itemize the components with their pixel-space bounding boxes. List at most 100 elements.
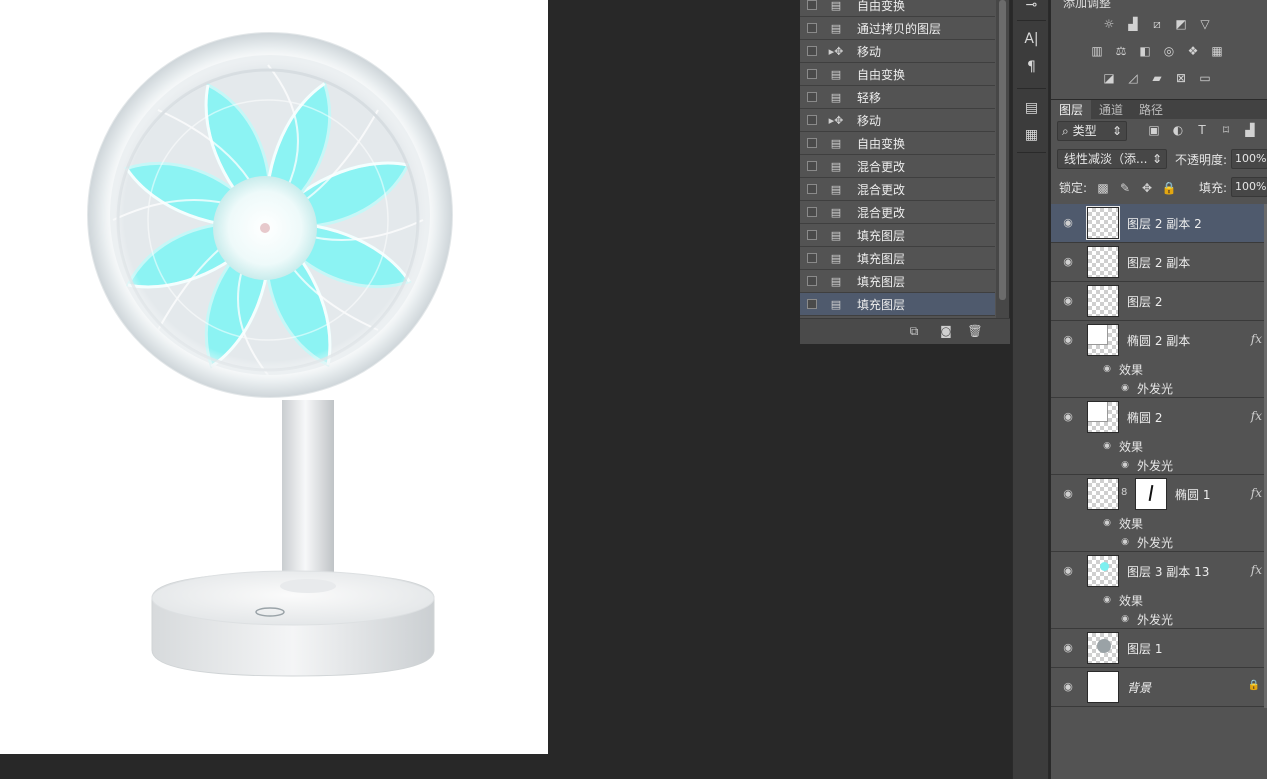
layer-main[interactable]: ◉ 背景 🔒 <box>1051 668 1267 706</box>
history-source-checkbox[interactable] <box>807 184 817 194</box>
color-balance-icon[interactable]: ⚖ <box>1113 44 1129 58</box>
layer-effects-icon[interactable]: fx <box>1251 332 1262 346</box>
layer-effects-icon[interactable]: fx <box>1251 486 1262 500</box>
snapshot-camera-icon[interactable]: ◙ <box>938 324 954 338</box>
filter-type-icon[interactable]: T <box>1195 123 1209 137</box>
history-source-checkbox[interactable] <box>807 92 817 102</box>
layer-name[interactable]: 图层 2 <box>1127 293 1162 310</box>
layer-thumbnail[interactable] <box>1087 324 1119 356</box>
visibility-eye-icon[interactable]: ◉ <box>1061 410 1075 424</box>
layer-effects-icon[interactable]: fx <box>1251 563 1262 577</box>
color-lookup-icon[interactable]: ▦ <box>1209 44 1225 58</box>
history-source-checkbox[interactable] <box>807 207 817 217</box>
filter-shape-icon[interactable]: ⌑ <box>1219 123 1233 137</box>
effect-visibility-eye-icon[interactable]: ◉ <box>1119 536 1131 548</box>
lock-all-icon[interactable]: 🔒 <box>1161 181 1177 195</box>
history-item[interactable]: ▤ 填充图层 <box>800 224 995 247</box>
blend-mode-select[interactable]: 线性减淡（添... ⇕ <box>1057 149 1167 169</box>
tab-channels[interactable]: 通道 <box>1091 100 1131 120</box>
history-item[interactable]: ▤ 自由变换 <box>800 132 995 155</box>
link-chain-icon[interactable]: 8 <box>1121 487 1127 498</box>
brightness-icon[interactable]: ☼ <box>1101 17 1117 31</box>
visibility-eye-icon[interactable]: ◉ <box>1061 294 1075 308</box>
lock-image-pixels-icon[interactable]: ✎ <box>1117 181 1133 195</box>
outer-glow-row[interactable]: ◉ 外发光 <box>1051 456 1267 475</box>
layer-thumbnail[interactable] <box>1087 671 1119 703</box>
layer-thumbnail[interactable] <box>1087 246 1119 278</box>
trash-icon[interactable]: 🗑 <box>967 324 983 338</box>
curves-icon[interactable]: ⧄ <box>1149 17 1165 31</box>
outer-glow-row[interactable]: ◉ 外发光 <box>1051 610 1267 629</box>
visibility-eye-icon[interactable]: ◉ <box>1061 216 1075 230</box>
effect-visibility-eye-icon[interactable]: ◉ <box>1101 594 1113 606</box>
layer-main[interactable]: ◉ 图层 2 副本 2 <box>1051 204 1267 242</box>
effect-visibility-eye-icon[interactable]: ◉ <box>1119 613 1131 625</box>
history-item[interactable]: ▤ 轻移 <box>800 86 995 109</box>
filter-pixel-icon[interactable]: ▣ <box>1147 123 1161 137</box>
layer-row[interactable]: ◉ 椭圆 2 副本 fx ◉ 效果 ◉ 外发光 <box>1051 321 1267 398</box>
library-icon[interactable]: ▤ <box>1019 97 1044 119</box>
paragraph-icon[interactable]: ¶ <box>1019 56 1044 78</box>
layer-main[interactable]: ◉ 椭圆 2 fx <box>1051 398 1267 436</box>
history-item[interactable]: ▤ 自由变换 <box>800 0 995 17</box>
layer-main[interactable]: ◉ 8 椭圆 1 fx <box>1051 475 1267 513</box>
layer-lock-icon[interactable]: 🔒 <box>1248 680 1260 691</box>
history-item[interactable]: ▤ 混合更改 <box>800 201 995 224</box>
layer-row[interactable]: ◉ 图层 2 <box>1051 282 1267 321</box>
layer-row[interactable]: ◉ 图层 2 副本 2 <box>1051 204 1267 243</box>
layer-name[interactable]: 图层 2 副本 <box>1127 254 1190 271</box>
levels-icon[interactable]: ▟ <box>1125 17 1141 31</box>
layer-row[interactable]: ◉ 椭圆 2 fx ◉ 效果 ◉ 外发光 <box>1051 398 1267 475</box>
effect-visibility-eye-icon[interactable]: ◉ <box>1119 459 1131 471</box>
layer-name[interactable]: 椭圆 1 <box>1175 486 1210 503</box>
effect-visibility-eye-icon[interactable]: ◉ <box>1101 517 1113 529</box>
layer-mask-thumbnail[interactable] <box>1135 478 1167 510</box>
history-item[interactable]: ▤ 自由变换 <box>800 63 995 86</box>
history-source-checkbox[interactable] <box>807 23 817 33</box>
visibility-eye-icon[interactable]: ◉ <box>1061 641 1075 655</box>
opacity-input[interactable]: 100% <box>1231 149 1267 169</box>
visibility-eye-icon[interactable]: ◉ <box>1061 333 1075 347</box>
layer-row[interactable]: ◉ 8 椭圆 1 fx ◉ 效果 ◉ 外发光 <box>1051 475 1267 552</box>
history-source-checkbox[interactable] <box>807 0 817 10</box>
layer-name[interactable]: 椭圆 2 <box>1127 409 1162 426</box>
properties-icon[interactable]: ⊸ <box>1019 0 1044 16</box>
layer-main[interactable]: ◉ 图层 2 副本 <box>1051 243 1267 281</box>
posterize-icon[interactable]: ◿ <box>1125 71 1141 85</box>
layer-effects-icon[interactable]: fx <box>1251 409 1262 423</box>
history-source-checkbox[interactable] <box>807 230 817 240</box>
history-source-checkbox[interactable] <box>807 299 817 309</box>
hue-saturation-icon[interactable]: ▥ <box>1089 44 1105 58</box>
selective-color-icon[interactable]: ⊠ <box>1173 71 1189 85</box>
layer-thumbnail[interactable] <box>1086 206 1120 240</box>
gradient-map-icon[interactable]: ▭ <box>1197 71 1213 85</box>
invert-icon[interactable]: ◪ <box>1101 71 1117 85</box>
layer-effects-row[interactable]: ◉ 效果 <box>1051 360 1267 379</box>
layer-name[interactable]: 背景 <box>1127 679 1151 696</box>
lock-transparent-pixels-icon[interactable]: ▩ <box>1095 181 1111 195</box>
effect-visibility-eye-icon[interactable]: ◉ <box>1101 440 1113 452</box>
visibility-eye-icon[interactable]: ◉ <box>1061 680 1075 694</box>
notes-icon[interactable]: ▦ <box>1019 124 1044 146</box>
threshold-icon[interactable]: ▰ <box>1149 71 1165 85</box>
layer-row[interactable]: ◉ 图层 2 副本 <box>1051 243 1267 282</box>
layer-main[interactable]: ◉ 椭圆 2 副本 fx <box>1051 321 1267 359</box>
history-source-checkbox[interactable] <box>807 276 817 286</box>
layer-thumbnail[interactable] <box>1087 401 1119 433</box>
tab-paths[interactable]: 路径 <box>1131 100 1171 120</box>
layer-name[interactable]: 图层 3 副本 13 <box>1127 563 1209 580</box>
layer-thumbnail[interactable] <box>1087 632 1119 664</box>
new-document-from-state-icon[interactable]: ⧉ <box>906 324 922 338</box>
layer-row[interactable]: ◉ 背景 🔒 <box>1051 668 1267 707</box>
history-source-checkbox[interactable] <box>807 161 817 171</box>
history-source-checkbox[interactable] <box>807 253 817 263</box>
photo-filter-icon[interactable]: ◎ <box>1161 44 1177 58</box>
layer-row[interactable]: ◉ 图层 3 副本 13 fx ◉ 效果 ◉ 外发光 <box>1051 552 1267 629</box>
history-item[interactable]: ▸✥ 移动 <box>800 40 995 63</box>
effect-visibility-eye-icon[interactable]: ◉ <box>1101 363 1113 375</box>
vibrance-icon[interactable]: ▽ <box>1197 17 1213 31</box>
document-canvas[interactable] <box>0 0 548 754</box>
history-item[interactable]: ▤ 混合更改 <box>800 178 995 201</box>
channel-mixer-icon[interactable]: ❖ <box>1185 44 1201 58</box>
fill-input[interactable]: 100% <box>1231 177 1267 197</box>
